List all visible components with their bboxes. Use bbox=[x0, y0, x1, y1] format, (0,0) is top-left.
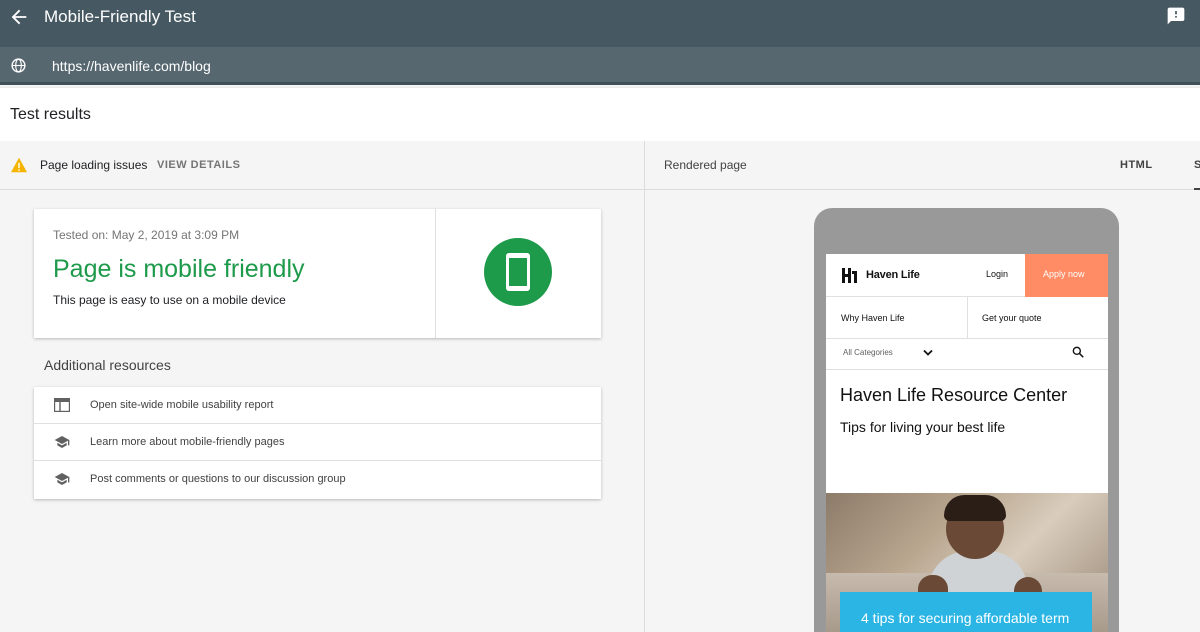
category-select: All Categories bbox=[843, 348, 893, 357]
apply-label: Apply now bbox=[1043, 269, 1085, 279]
promo-text: 4 tips for securing affordable term life… bbox=[861, 610, 1070, 632]
school-icon bbox=[54, 436, 70, 448]
app-bar: Mobile-Friendly Test bbox=[0, 0, 1200, 47]
site-category-bar: All Categories bbox=[826, 339, 1108, 370]
site-nav-why: Why Haven Life bbox=[841, 313, 905, 323]
smartphone-icon bbox=[506, 253, 530, 291]
issues-text: Page loading issues bbox=[40, 158, 148, 172]
promo-banner: 4 tips for securing affordable term life… bbox=[840, 592, 1092, 632]
verdict-title: Page is mobile friendly bbox=[53, 255, 305, 283]
results-header: Test results bbox=[0, 88, 1200, 141]
view-details-link[interactable]: VIEW DETAILS bbox=[157, 159, 240, 171]
school-icon bbox=[54, 473, 70, 485]
back-arrow-icon[interactable] bbox=[8, 6, 30, 28]
resource-label: Learn more about mobile-friendly pages bbox=[90, 436, 285, 448]
rendered-toolbar: Rendered page HTML S bbox=[645, 141, 1200, 190]
resource-discussion-group[interactable]: Post comments or questions to our discus… bbox=[34, 461, 601, 498]
resource-learn-more[interactable]: Learn more about mobile-friendly pages bbox=[34, 424, 601, 461]
warning-icon bbox=[11, 157, 27, 173]
resource-usability-report[interactable]: Open site-wide mobile usability report bbox=[34, 387, 601, 424]
verdict-card: Tested on: May 2, 2019 at 3:09 PM Page i… bbox=[34, 209, 601, 338]
mobile-friendly-badge bbox=[484, 238, 552, 306]
resource-label: Open site-wide mobile usability report bbox=[90, 399, 274, 411]
tested-on-text: Tested on: May 2, 2019 at 3:09 PM bbox=[53, 228, 240, 242]
resources-list: Open site-wide mobile usability report L… bbox=[34, 387, 601, 499]
active-tab-indicator bbox=[1194, 188, 1200, 190]
tab-html[interactable]: HTML bbox=[1120, 159, 1153, 171]
site-apply-button: Apply now bbox=[1025, 254, 1108, 297]
additional-resources-title: Additional resources bbox=[44, 357, 171, 373]
site-nav: Why Haven Life Get your quote bbox=[826, 297, 1108, 339]
nav-divider bbox=[967, 297, 968, 339]
site-header: Haven Life Login Apply now bbox=[826, 254, 1108, 297]
app-title: Mobile-Friendly Test bbox=[44, 7, 196, 26]
rendered-page-label: Rendered page bbox=[664, 158, 747, 172]
haven-life-logo-icon bbox=[841, 267, 858, 284]
search-icon bbox=[1072, 346, 1084, 358]
site-login-link: Login bbox=[986, 269, 1009, 279]
verdict-description: This page is easy to use on a mobile dev… bbox=[53, 293, 286, 307]
globe-icon bbox=[11, 58, 26, 73]
results-pane: Page loading issues VIEW DETAILS Tested … bbox=[0, 141, 644, 632]
tested-url[interactable]: https://havenlife.com/blog bbox=[52, 58, 211, 74]
tab-screenshot[interactable]: S bbox=[1194, 159, 1200, 171]
results-title: Test results bbox=[10, 106, 91, 123]
page-loading-issues: Page loading issues VIEW DETAILS bbox=[0, 141, 644, 190]
site-subtitle: Tips for living your best life bbox=[840, 419, 1006, 435]
report-icon bbox=[54, 398, 70, 412]
site-nav-quote: Get your quote bbox=[982, 313, 1042, 323]
site-title: Haven Life Resource Center bbox=[840, 385, 1068, 405]
url-bar: https://havenlife.com/blog bbox=[0, 47, 1200, 85]
site-brand: Haven Life bbox=[866, 269, 920, 281]
chevron-down-icon bbox=[923, 349, 933, 356]
resource-label: Post comments or questions to our discus… bbox=[90, 473, 346, 485]
card-divider bbox=[435, 209, 436, 338]
rendered-pane: Rendered page HTML S Haven Life Login Ap… bbox=[645, 141, 1200, 632]
feedback-icon[interactable] bbox=[1166, 6, 1186, 26]
rendered-screenshot: Haven Life Login Apply now Why Haven Lif… bbox=[826, 254, 1108, 632]
